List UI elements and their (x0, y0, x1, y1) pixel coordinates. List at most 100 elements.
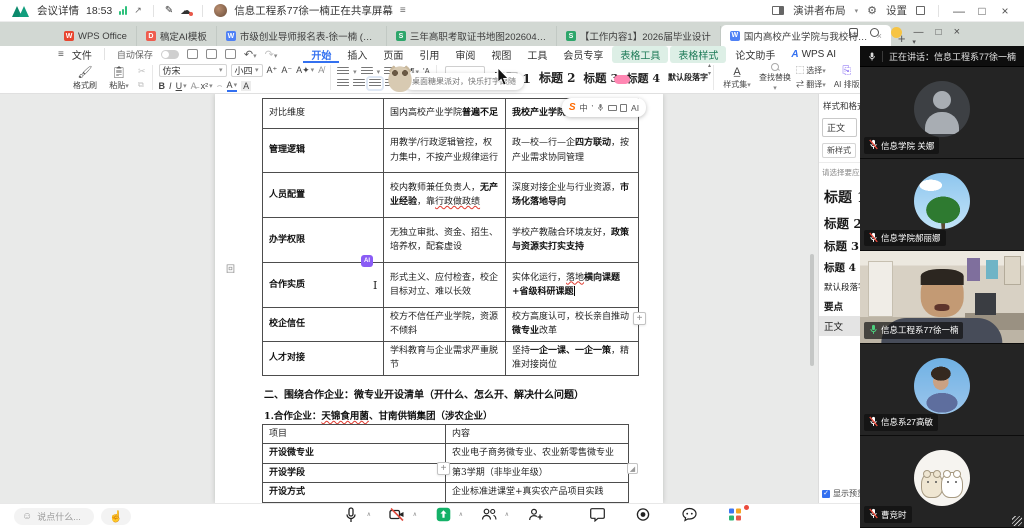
vertical-scrollbar[interactable] (810, 254, 814, 366)
table-cell[interactable]: 形式主义、应付检查，校企目标对立、难以长效 (384, 263, 506, 308)
ime-keyboard-icon[interactable] (608, 105, 617, 111)
bold-button[interactable]: B (159, 81, 166, 91)
table-cell[interactable]: 校企信任 (263, 308, 384, 342)
table-cell[interactable]: 用教学/行政逻辑管控，权力集中，不按产业规律运行 (384, 129, 506, 173)
underline-button[interactable]: U▾ (176, 81, 187, 91)
align-justify-icon[interactable] (369, 79, 381, 88)
ribbon-tab-工具[interactable]: 工具 (519, 46, 555, 63)
highlight-button[interactable]: ⌢ (217, 80, 223, 91)
share-list-icon[interactable]: ≡ (400, 5, 406, 16)
control-invite[interactable]: 邀请 (512, 507, 558, 528)
wps-close-button[interactable]: × (954, 26, 960, 38)
layout-button[interactable]: 演讲者布局 (793, 3, 846, 18)
table-cell[interactable]: 深度对接企业与行业资源，市场化落地导向 (506, 173, 639, 218)
control-captions[interactable]: 字幕 (666, 507, 712, 528)
settings-button[interactable]: 设置 (886, 3, 907, 18)
ribbon-tab-会员专享[interactable]: 会员专享 (555, 46, 611, 63)
comparison-table[interactable]: 对比维度国内高校产业学院普遍不足我校产业学院特色优势管理逻辑用教学/行政逻辑管控… (262, 98, 639, 376)
document-area[interactable]: 对比维度国内高校产业学院普遍不足我校产业学院特色优势管理逻辑用教学/行政逻辑管控… (0, 94, 818, 503)
table-cell[interactable]: 农业电子商务微专业、农业新零售微专业 (446, 444, 629, 463)
participant-tile[interactable]: 信息工程系77徐一楠 (860, 251, 1024, 343)
gallery-style-item[interactable]: 标题 2 (539, 69, 576, 86)
numbered-list-icon[interactable] (361, 67, 373, 76)
char-shading-button[interactable]: A (241, 81, 251, 91)
ai-layout-button[interactable]: ⎘ AI 排版 (830, 65, 864, 90)
font-size-select[interactable]: 小四▾ (231, 64, 263, 77)
panel-resize-handle[interactable] (1012, 516, 1022, 526)
table-cell[interactable]: 学校产教融合环境友好，政策与资源实打实支持 (506, 218, 639, 263)
strike-button[interactable]: A̶ (191, 81, 197, 91)
clear-format-icon[interactable]: A̸ (318, 65, 324, 75)
ime-clipboard-icon[interactable] (620, 104, 627, 112)
gallery-down-icon[interactable]: ▾ (708, 70, 711, 77)
table-cell[interactable]: 对比维度 (263, 99, 384, 129)
translate-button[interactable]: ⇄ 翻译▾ (796, 79, 826, 90)
show-preview-option[interactable]: ✓ 显示预览 (819, 486, 860, 501)
ime-mic-icon[interactable] (597, 103, 604, 112)
table-cell[interactable]: 人员配置 (263, 173, 384, 218)
cloud-record-icon[interactable]: ☁ (180, 4, 191, 17)
expand-caret-icon[interactable]: ∧ (505, 511, 509, 518)
wps-tab[interactable]: WWPS Office (55, 26, 137, 46)
table-cell[interactable]: 第3学期（非毕业年级） (446, 463, 629, 482)
wps-account-avatar[interactable] (891, 27, 902, 38)
align-left-icon[interactable] (337, 79, 349, 88)
fullscreen-icon[interactable] (916, 6, 925, 15)
minimize-button[interactable]: — (952, 4, 966, 18)
wps-minimize-button[interactable]: — (914, 27, 924, 38)
export-icon[interactable] (225, 49, 236, 59)
file-menu[interactable]: 文件 (72, 47, 92, 62)
current-style-box[interactable]: 正文 (822, 118, 857, 137)
superscript-button[interactable]: x²▾ (201, 81, 213, 91)
format-painter-button[interactable]: 🖌︎ 格式刷 (70, 65, 100, 91)
control-apps[interactable]: 应用 (712, 507, 758, 528)
print-icon[interactable] (206, 49, 217, 59)
table-cell[interactable]: 校方高度认可，校长亲自推动微专业改革 (506, 308, 639, 342)
new-style-button[interactable]: 新样式 (822, 143, 856, 158)
table-cell[interactable]: 内容 (446, 425, 629, 444)
wps-tab[interactable]: D稿定AI模板 (137, 26, 217, 46)
participant-tile[interactable]: 信息系27高敏 (860, 344, 1024, 436)
undo-icon[interactable]: ↶▾ (244, 48, 257, 61)
ribbon-tab-表格工具[interactable]: 表格工具 (612, 46, 668, 63)
style-item[interactable]: 正文 (819, 316, 860, 336)
beauty-icon[interactable]: ✎ (165, 5, 173, 16)
style-item[interactable]: 要点 (819, 296, 860, 316)
table-resize-handle[interactable]: ◢ (627, 463, 638, 474)
gallery-up-icon[interactable]: ▴ (708, 62, 711, 69)
table-cell[interactable]: 开设微专业 (263, 444, 446, 463)
bullet-list-icon[interactable] (337, 67, 349, 76)
increase-font-icon[interactable]: A⁺ (267, 65, 278, 76)
control-record[interactable]: 录制 (620, 507, 666, 528)
control-camera[interactable]: ∧开启视频 (374, 507, 420, 528)
autosave-toggle[interactable] (161, 50, 179, 59)
align-center-icon[interactable] (353, 79, 365, 88)
find-replace-button[interactable]: 查找替换▾ (758, 63, 792, 92)
table-cell[interactable]: 坚持一企一课、一企一策，精准对接岗位 (506, 341, 639, 375)
decrease-font-icon[interactable]: A⁻ (281, 65, 292, 76)
table-cell[interactable]: 管理逻辑 (263, 129, 384, 173)
hamburger-icon[interactable]: ≡ (58, 49, 64, 60)
chat-input[interactable]: ☺ 说点什么... (14, 508, 94, 525)
font-color-button[interactable]: A▾ (227, 80, 238, 92)
ribbon-tab-视图[interactable]: 视图 (483, 46, 519, 63)
wps-tab[interactable]: W市级创业导师报名表-徐一楠 (1).d... (217, 26, 387, 46)
control-chat[interactable]: 聊天 (574, 507, 620, 528)
table-cell[interactable]: 校方不信任产业学院，资源不倾斜 (384, 308, 506, 342)
table-cell[interactable]: 政—校—行—企四方联动，按产业需求协同管理 (506, 129, 639, 173)
close-button[interactable]: × (998, 4, 1012, 18)
participant-tile[interactable]: 曹竞时 (860, 436, 1024, 528)
meeting-detail-link[interactable]: 会议详情 (37, 3, 79, 18)
wps-help-icon[interactable] (870, 28, 879, 37)
wps-ai-float-icon[interactable]: AI (361, 255, 373, 267)
style-item[interactable]: 标题 3 (819, 235, 860, 257)
gallery-style-item[interactable]: 默认段落字体 (668, 72, 702, 83)
wps-skin-icon[interactable] (849, 28, 858, 37)
document-page[interactable]: 对比维度国内高校产业学院普遍不足我校产业学院特色优势管理逻辑用教学/行政逻辑管控… (215, 94, 663, 503)
table-cell[interactable]: 学科教育与企业需求严重脱节 (384, 341, 506, 375)
ribbon-tab-论文助手[interactable]: 论文助手 (727, 46, 783, 63)
style-set-button[interactable]: A̲ 样式集▾ (720, 66, 754, 90)
style-item[interactable]: 标题 2 (819, 210, 860, 235)
insert-row-button[interactable]: + (437, 462, 450, 475)
control-people[interactable]: ∧管理成员 (466, 507, 512, 528)
